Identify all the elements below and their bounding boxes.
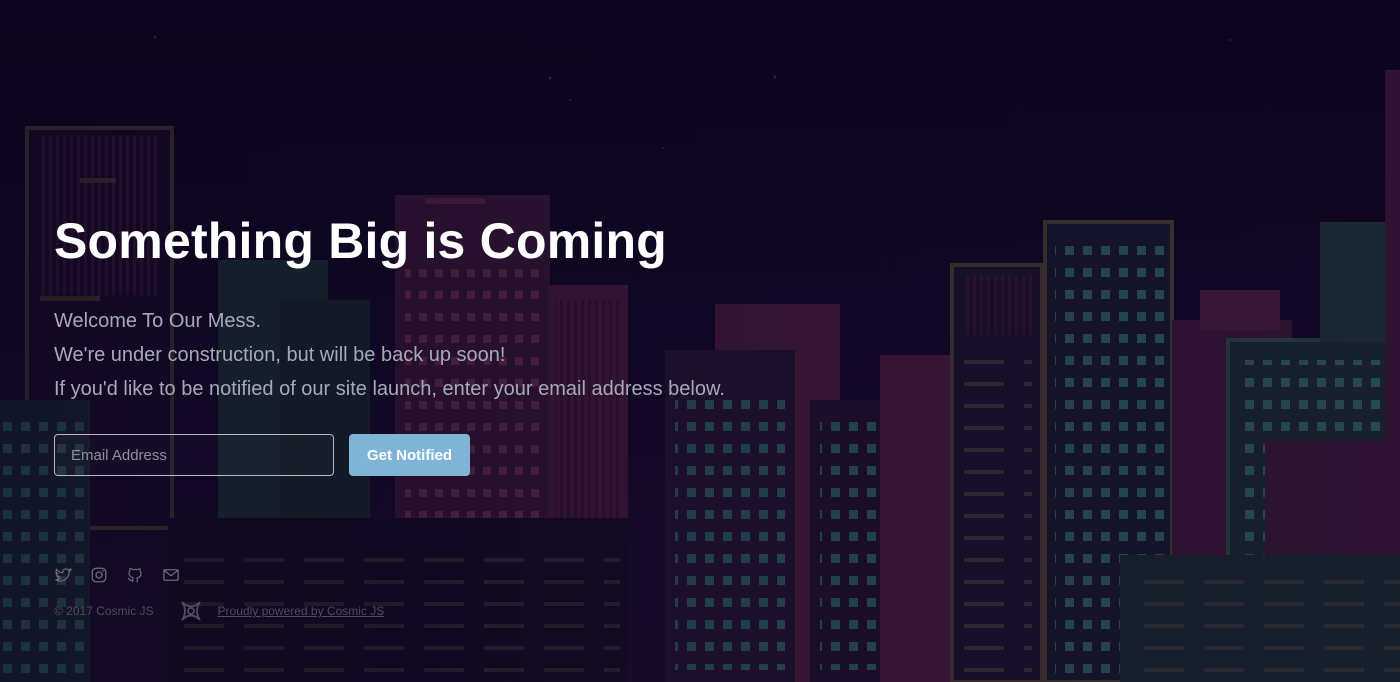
twitter-icon [55,567,72,582]
copyright-text: © 2017 Cosmic JS [54,604,154,618]
notify-form: Get Notified [54,434,470,476]
intro-line-construction: We're under construction, but will be ba… [54,344,506,366]
twitter-link[interactable] [54,566,72,584]
intro-line-welcome: Welcome To Our Mess. [54,310,262,332]
instagram-icon [91,567,107,583]
mail-link[interactable] [162,566,180,584]
footer: © 2017 Cosmic JS Proudly powered by Cosm… [54,598,384,624]
github-link[interactable] [126,566,144,584]
email-input[interactable] [54,434,334,476]
page-title: Something Big is Coming [54,213,667,269]
social-links [54,566,180,584]
intro-line-notify: If you'd like to be notified of our site… [54,378,725,400]
mail-icon [163,569,179,581]
instagram-link[interactable] [90,566,108,584]
hero-section: Something Big is Coming Welcome To Our M… [54,210,954,406]
cosmic-logo-icon [180,601,201,621]
intro-text: Welcome To Our Mess. We're under constru… [54,304,954,406]
github-icon [127,567,142,583]
powered-by-link[interactable]: Proudly powered by Cosmic JS [218,604,385,618]
get-notified-button[interactable]: Get Notified [349,434,470,476]
